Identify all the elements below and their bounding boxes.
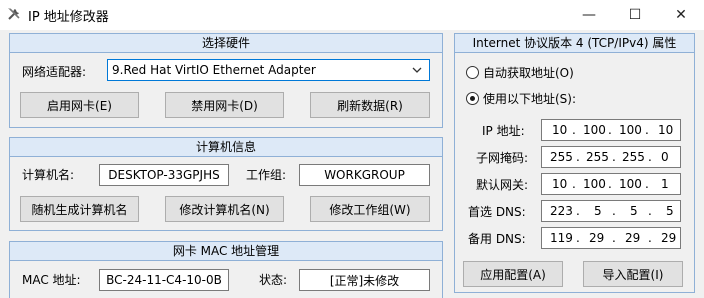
import-config-button[interactable]: 导入配置(I) <box>583 261 683 287</box>
dns1-octet: 223 <box>550 204 573 218</box>
tcpip-panel: Internet 协议版本 4 (TCP/IPv4) 属性 自动获取地址(O) … <box>454 33 695 293</box>
ip-dot: . <box>572 123 576 137</box>
mac-panel: 网卡 MAC 地址管理 MAC 地址: BC-24-11-C4-10-0B 状态… <box>9 241 443 298</box>
workgroup-label: 工作组: <box>246 168 287 182</box>
change-workgroup-button[interactable]: 修改工作组(W) <box>310 196 430 222</box>
tcpip-panel-header: Internet 协议版本 4 (TCP/IPv4) 属性 <box>455 34 694 53</box>
chevron-down-icon <box>412 67 422 73</box>
subnet-mask-label: 子网掩码: <box>476 151 529 165</box>
ip-dot: . <box>645 123 649 137</box>
auto-address-radio[interactable] <box>466 66 479 79</box>
maximize-button[interactable]: ☐ <box>612 0 658 30</box>
mac-status-field: [正常]未修改 <box>299 269 430 291</box>
dns2-dot: . <box>648 231 652 245</box>
disable-adapter-button[interactable]: 禁用网卡(D) <box>165 92 284 118</box>
dns2-octet: 29 <box>625 231 641 245</box>
dns2-dot: . <box>576 231 580 245</box>
dns2-octet: 29 <box>661 231 677 245</box>
gateway-octet: 100 <box>619 177 642 191</box>
hardware-panel: 选择硬件 网络适配器: 9.Red Hat VirtIO Ethernet Ad… <box>9 33 443 128</box>
mask-octet: 255 <box>622 150 645 164</box>
ip-address-input[interactable]: 10 . 100 . 100 . 10 <box>541 119 681 141</box>
gateway-dot: . <box>645 177 649 191</box>
gateway-octet: 1 <box>661 177 669 191</box>
dns1-octet: 5 <box>630 204 638 218</box>
window-title: IP 地址修改器 <box>28 10 109 25</box>
gateway-dot: . <box>572 177 576 191</box>
mac-address-label: MAC 地址: <box>22 273 81 287</box>
mask-dot: . <box>612 150 616 164</box>
tools-icon <box>8 8 20 20</box>
close-button[interactable]: ✕ <box>658 0 704 30</box>
workgroup-field[interactable]: WORKGROUP <box>299 164 430 186</box>
dns1-octet: 5 <box>594 204 602 218</box>
ip-octet: 10 <box>552 123 568 137</box>
enable-adapter-button[interactable]: 启用网卡(E) <box>20 92 139 118</box>
manual-address-radio[interactable] <box>466 92 479 105</box>
mask-octet: 0 <box>661 150 669 164</box>
gateway-octet: 100 <box>583 177 606 191</box>
ip-dot: . <box>608 123 612 137</box>
hardware-panel-header: 选择硬件 <box>10 34 442 53</box>
rename-computer-button[interactable]: 修改计算机名(N) <box>165 196 284 222</box>
gateway-octet: 10 <box>552 177 568 191</box>
mask-octet: 255 <box>586 150 609 164</box>
adapter-select-value: 9.Red Hat VirtIO Ethernet Adapter <box>112 63 316 77</box>
minimize-button[interactable]: — <box>566 0 612 30</box>
ip-octet: 100 <box>583 123 606 137</box>
computer-panel: 计算机信息 计算机名: DESKTOP-33GPJHS 工作组: WORKGRO… <box>9 137 443 231</box>
adapter-label: 网络适配器: <box>22 65 87 79</box>
ip-octet: 10 <box>658 123 674 137</box>
mask-dot: . <box>576 150 580 164</box>
dns1-octet: 5 <box>666 204 674 218</box>
computer-name-field[interactable]: DESKTOP-33GPJHS <box>99 164 229 186</box>
random-computer-name-button[interactable]: 随机生成计算机名 <box>20 196 139 222</box>
dns1-dot: . <box>576 204 580 218</box>
dns1-dot: . <box>612 204 616 218</box>
dns2-octet: 119 <box>550 231 573 245</box>
ip-octet: 100 <box>619 123 642 137</box>
dns1-input[interactable]: 223 . 5 . 5 . 5 <box>541 200 681 222</box>
dns2-label: 备用 DNS: <box>468 232 526 246</box>
manual-address-label[interactable]: 使用以下地址(S): <box>483 91 576 107</box>
mask-dot: . <box>648 150 652 164</box>
mask-octet: 255 <box>550 150 573 164</box>
dns2-octet: 29 <box>589 231 605 245</box>
title-bar: IP 地址修改器 — ☐ ✕ <box>0 0 704 30</box>
adapter-select[interactable]: 9.Red Hat VirtIO Ethernet Adapter <box>107 59 430 81</box>
ip-address-label: IP 地址: <box>482 124 525 138</box>
dns2-input[interactable]: 119 . 29 . 29 . 29 <box>541 227 681 249</box>
mac-status-label: 状态: <box>259 273 288 287</box>
mac-address-field[interactable]: BC-24-11-C4-10-0B <box>99 269 229 291</box>
gateway-label: 默认网关: <box>476 178 529 192</box>
gateway-dot: . <box>608 177 612 191</box>
gateway-input[interactable]: 10 . 100 . 100 . 1 <box>541 173 681 195</box>
subnet-mask-input[interactable]: 255 . 255 . 255 . 0 <box>541 146 681 168</box>
dns2-dot: . <box>612 231 616 245</box>
computer-name-label: 计算机名: <box>22 168 75 182</box>
auto-address-label[interactable]: 自动获取地址(O) <box>483 65 574 81</box>
apply-config-button[interactable]: 应用配置(A) <box>463 261 563 287</box>
dns1-label: 首选 DNS: <box>468 205 526 219</box>
mac-panel-header: 网卡 MAC 地址管理 <box>10 242 442 261</box>
dns1-dot: . <box>648 204 652 218</box>
computer-panel-header: 计算机信息 <box>10 138 442 157</box>
refresh-data-button[interactable]: 刷新数据(R) <box>310 92 430 118</box>
